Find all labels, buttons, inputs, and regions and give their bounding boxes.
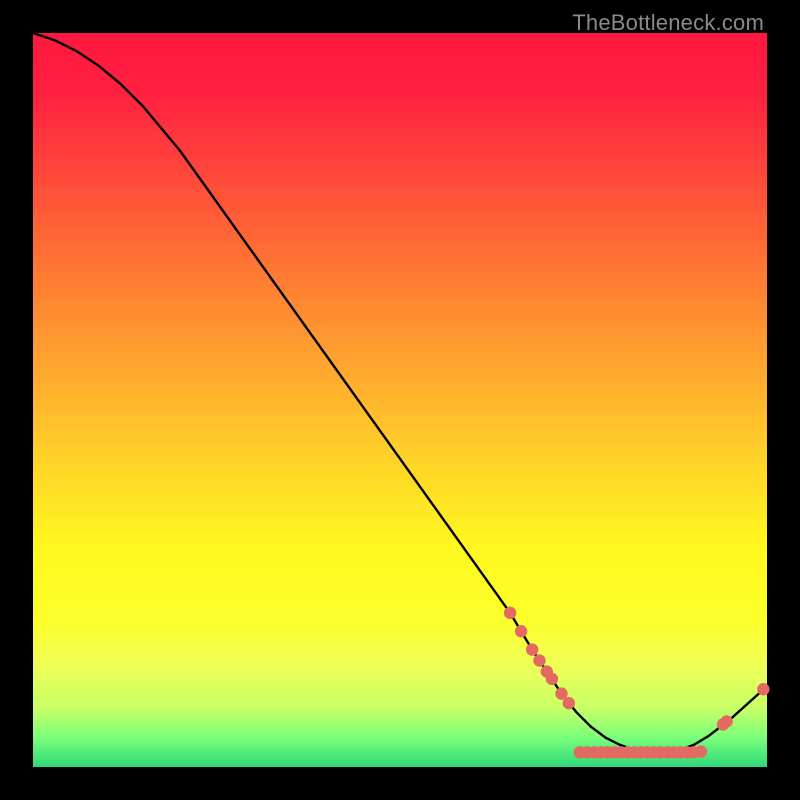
data-marker	[515, 625, 527, 637]
data-marker	[757, 683, 769, 695]
data-marker	[546, 673, 558, 685]
bottleneck-curve	[33, 33, 767, 752]
watermark-text: TheBottleneck.com	[572, 10, 764, 36]
chart-plot-area	[33, 33, 767, 767]
marker-group	[504, 607, 770, 759]
chart-frame: TheBottleneck.com	[0, 0, 800, 800]
data-marker	[533, 654, 545, 666]
data-marker	[526, 643, 538, 655]
data-marker	[695, 745, 707, 757]
data-marker	[563, 697, 575, 709]
data-marker	[720, 715, 732, 727]
chart-svg	[33, 33, 767, 767]
data-marker	[504, 607, 516, 619]
